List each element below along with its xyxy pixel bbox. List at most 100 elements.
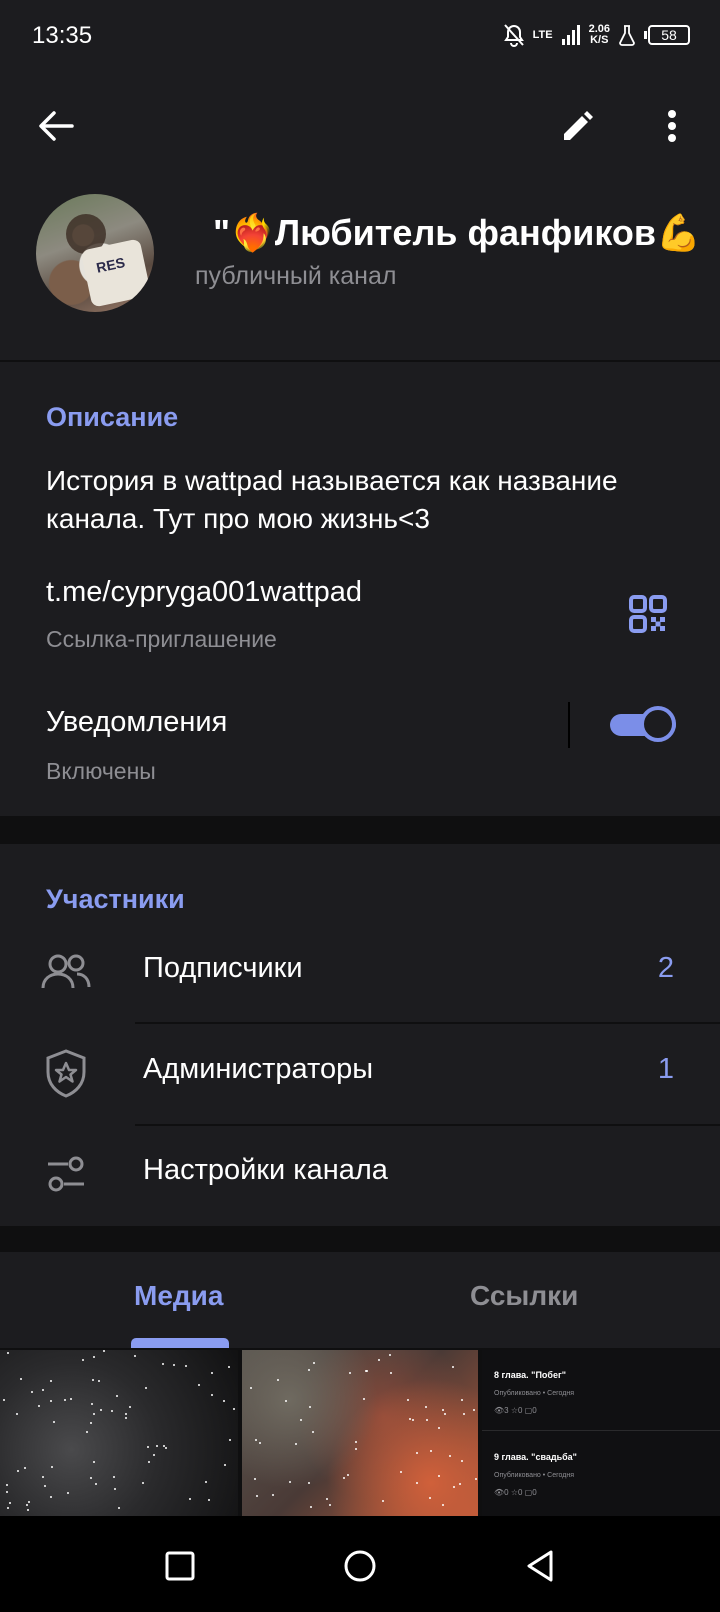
snow-dot [459, 1483, 461, 1485]
separator [0, 1226, 720, 1252]
snow-dot [205, 1481, 207, 1483]
snow-dot [349, 1372, 351, 1374]
snow-dot [438, 1427, 440, 1429]
recent-apps-button[interactable] [156, 1542, 204, 1590]
snow-dot [254, 1478, 256, 1480]
signal-icon [561, 25, 580, 45]
snow-dot [24, 1467, 26, 1469]
snow-dot [147, 1446, 149, 1448]
edit-button[interactable] [552, 100, 604, 152]
snow-dot [256, 1495, 258, 1497]
channel-profile: RES "❤️‍🔥Любитель фанфиков💪 публичный ка… [0, 184, 720, 360]
snow-dot [313, 1362, 315, 1364]
snow-dot [429, 1497, 431, 1499]
back-button[interactable] [30, 100, 82, 152]
members-header: Участники [46, 884, 185, 914]
circle-icon [344, 1550, 376, 1582]
snow-dot [98, 1380, 100, 1382]
snow-dot [129, 1406, 131, 1408]
description-text: История в wattpad называется как названи… [46, 465, 618, 534]
snow-dot [452, 1366, 454, 1368]
snow-dot [189, 1498, 191, 1500]
media-thumbnail[interactable]: 8 глава. "Побег" Опубликовано • Сегодня … [482, 1350, 720, 1516]
snow-dot [312, 1431, 314, 1433]
snow-dot [229, 1439, 231, 1441]
snow-dot [461, 1399, 463, 1401]
tab-links[interactable]: Ссылки [470, 1280, 578, 1312]
toggle-knob [640, 706, 676, 742]
snow-dot [329, 1504, 331, 1506]
snow-dot [142, 1482, 144, 1484]
active-tab-indicator [131, 1338, 229, 1348]
snow-dot [38, 1405, 40, 1407]
settings-sliders-icon [48, 1156, 84, 1192]
channel-settings-row[interactable]: Настройки канала [0, 1124, 720, 1224]
post-title: 8 глава. "Побег" [494, 1370, 566, 1380]
snow-dot [211, 1372, 213, 1374]
tab-media[interactable]: Медиа [134, 1280, 223, 1312]
snow-dot [444, 1413, 446, 1415]
media-thumbnail[interactable] [0, 1350, 238, 1516]
avatar-shirt: RES [80, 238, 152, 308]
snow-dot [86, 1431, 88, 1433]
snow-dot [309, 1406, 311, 1408]
avatar-jersey-text: RES [94, 254, 127, 276]
snow-dot [272, 1494, 274, 1496]
post-stats: 👁0 ☆0 ▢0 [494, 1488, 537, 1497]
snow-dot [44, 1485, 46, 1487]
media-thumbnail[interactable] [242, 1350, 478, 1516]
home-button[interactable] [336, 1542, 384, 1590]
invite-link-caption: Ссылка-приглашение [46, 626, 277, 652]
snow-dot [17, 1470, 19, 1472]
snow-dot [326, 1498, 328, 1500]
snow-dot [250, 1387, 252, 1389]
snow-dot [453, 1486, 455, 1488]
description-header: Описание [46, 402, 179, 432]
snow-dot [53, 1421, 55, 1423]
snow-dot [165, 1447, 167, 1449]
snow-dot [463, 1413, 465, 1415]
status-bar: 13:35 LTE 2.06 K/S 58 [0, 0, 720, 72]
snow-dot [442, 1504, 444, 1506]
snow-dot [347, 1474, 349, 1476]
snow-dot [50, 1400, 52, 1402]
arrow-left-icon [39, 111, 74, 141]
notifications-divider [568, 702, 570, 748]
notifications-toggle[interactable] [610, 706, 676, 742]
post-stats: 👁3 ☆0 ▢0 [494, 1406, 537, 1415]
post-meta: Опубликовано • Сегодня [494, 1472, 574, 1479]
subscribers-row[interactable]: Подписчики 2 [0, 922, 720, 1022]
snow-dot [16, 1413, 18, 1415]
qr-code-button[interactable] [626, 592, 670, 636]
snow-dot [208, 1499, 210, 1501]
administrators-row[interactable]: Администраторы 1 [0, 1023, 720, 1123]
snow-dot [475, 1478, 477, 1480]
snow-dot [308, 1369, 310, 1371]
members-section: Участники Подписчики 2 Администраторы 1 [0, 844, 720, 1226]
more-button[interactable] [646, 100, 698, 152]
snow-dot [153, 1454, 155, 1456]
back-nav-button[interactable] [516, 1542, 564, 1590]
snow-dot [114, 1488, 116, 1490]
snow-dot [426, 1419, 428, 1421]
snow-dot [310, 1506, 312, 1508]
snow-dot [28, 1501, 30, 1503]
snow-dot [64, 1399, 66, 1401]
bell-off-icon [503, 24, 524, 47]
avatar[interactable]: RES [36, 194, 154, 312]
snow-dot [449, 1455, 451, 1457]
snow-dot [289, 1481, 291, 1483]
info-section: Описание История в wattpad называется ка… [0, 362, 720, 816]
snow-dot [277, 1379, 279, 1381]
snow-dot [389, 1354, 391, 1356]
snow-dot [355, 1448, 357, 1450]
snow-dot [95, 1483, 97, 1485]
snow-dot [93, 1461, 95, 1463]
snow-dot [93, 1356, 95, 1358]
snow-dot [211, 1394, 213, 1396]
snow-dot [233, 1408, 235, 1410]
post-title: 9 глава. "свадьба" [494, 1452, 577, 1462]
snow-dot [224, 1464, 226, 1466]
invite-link[interactable]: t.me/cypryga001wattpad [46, 576, 362, 609]
snow-dot [378, 1359, 380, 1361]
